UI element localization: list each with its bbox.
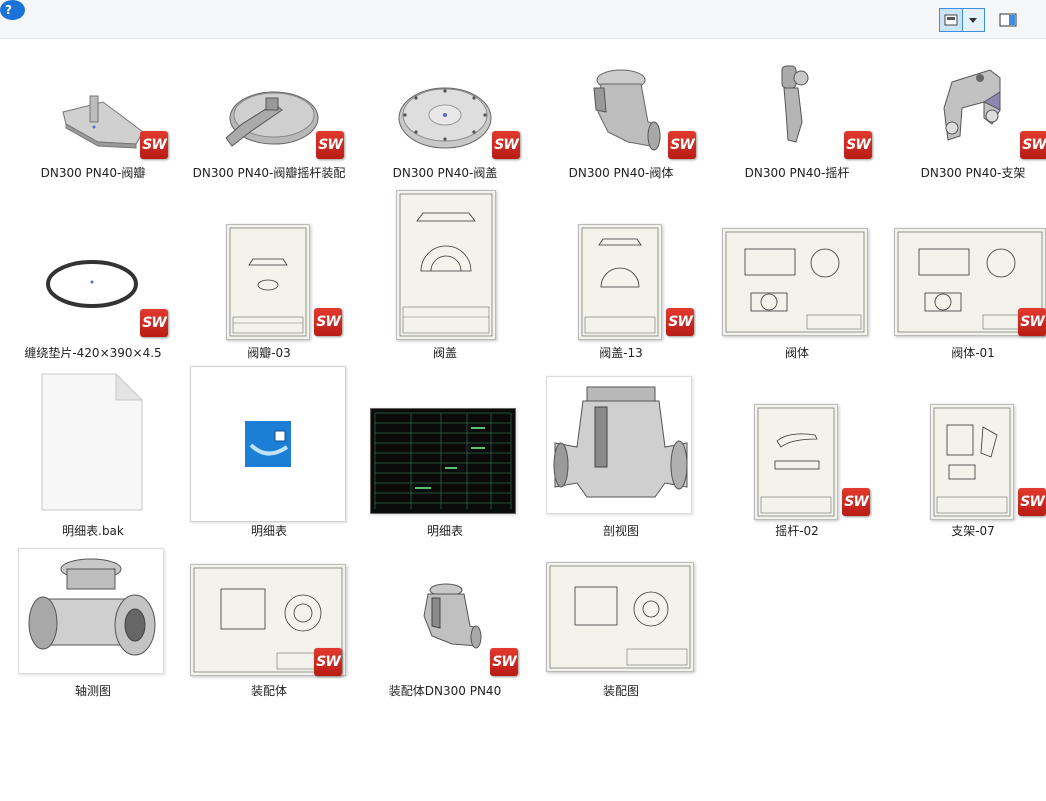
file-name: 阀瓣-03 xyxy=(247,346,291,360)
file-name: DN300 PN40-支架 xyxy=(920,166,1026,180)
file-name: 阀盖 xyxy=(432,346,457,360)
file-name: 明细表 xyxy=(250,524,287,538)
isometric-render-thumbnail xyxy=(18,548,164,674)
drawing-sheet-thumbnail xyxy=(578,224,662,340)
file-name: 明细表 xyxy=(426,524,463,538)
drawing-sheet-thumbnail xyxy=(930,404,1014,520)
drawing-image-thumbnail xyxy=(546,562,694,672)
file-name: 阀体-01 xyxy=(951,346,995,360)
drawing-sheet-thumbnail xyxy=(754,404,838,520)
cad-file-thumbnail xyxy=(190,366,346,522)
explorer-toolbar: ? xyxy=(0,0,1046,39)
drawing-image-thumbnail xyxy=(722,228,868,336)
preview-pane-icon xyxy=(999,13,1017,27)
solidworks-badge-icon: SW xyxy=(316,131,344,159)
file-name: DN300 PN40-摇杆 xyxy=(744,166,850,180)
chevron-down-icon xyxy=(969,18,977,23)
view-options-dropdown[interactable] xyxy=(963,8,985,32)
solidworks-badge-icon: SW xyxy=(1020,131,1046,159)
solidworks-badge-icon: SW xyxy=(140,131,168,159)
file-grid: SW DN300 PN40-阀瓣 SW DN300 PN40-阀瓣摇杆装配 SW xyxy=(0,38,1046,801)
solidworks-badge-icon: SW xyxy=(668,131,696,159)
solidworks-badge-icon: SW xyxy=(1018,488,1046,516)
file-name: 剖视图 xyxy=(602,524,639,538)
change-view-button[interactable] xyxy=(939,8,963,32)
file-name: 支架-07 xyxy=(951,524,995,538)
generic-file-thumbnail xyxy=(41,372,144,511)
file-name: 阀盖-13 xyxy=(599,346,643,360)
details-view-icon xyxy=(944,14,958,26)
file-name: DN300 PN40-阀体 xyxy=(568,166,674,180)
file-name: DN300 PN40-阀盖 xyxy=(392,166,498,180)
solidworks-badge-icon: SW xyxy=(844,131,872,159)
preview-pane-button[interactable] xyxy=(996,8,1020,32)
section-render-thumbnail xyxy=(546,376,692,514)
drawing-image-thumbnail xyxy=(396,190,496,340)
solidworks-badge-icon: SW xyxy=(492,131,520,159)
file-name: 装配图 xyxy=(602,684,639,698)
file-name: 轴测图 xyxy=(74,684,111,698)
file-name: DN300 PN40-阀瓣摇杆装配 xyxy=(192,166,346,180)
solidworks-badge-icon: SW xyxy=(140,309,168,337)
file-name: 阀体 xyxy=(784,346,809,360)
solidworks-badge-icon: SW xyxy=(490,648,518,676)
help-button[interactable]: ? xyxy=(0,0,25,20)
file-name: 装配体 xyxy=(250,684,287,698)
file-name: 缠绕垫片-420×390×4.5 xyxy=(24,346,162,360)
drawing-sheet-thumbnail xyxy=(226,224,310,340)
solidworks-badge-icon: SW xyxy=(1018,308,1046,336)
file-name: 摇杆-02 xyxy=(775,524,819,538)
solidworks-badge-icon: SW xyxy=(666,308,694,336)
solidworks-badge-icon: SW xyxy=(842,488,870,516)
solidworks-badge-icon: SW xyxy=(314,308,342,336)
file-name: 明细表.bak xyxy=(62,524,124,538)
file-name: DN300 PN40-阀瓣 xyxy=(40,166,146,180)
file-name: 装配体DN300 PN40 xyxy=(388,684,502,698)
table-image-thumbnail xyxy=(370,408,516,514)
solidworks-badge-icon: SW xyxy=(314,648,342,676)
